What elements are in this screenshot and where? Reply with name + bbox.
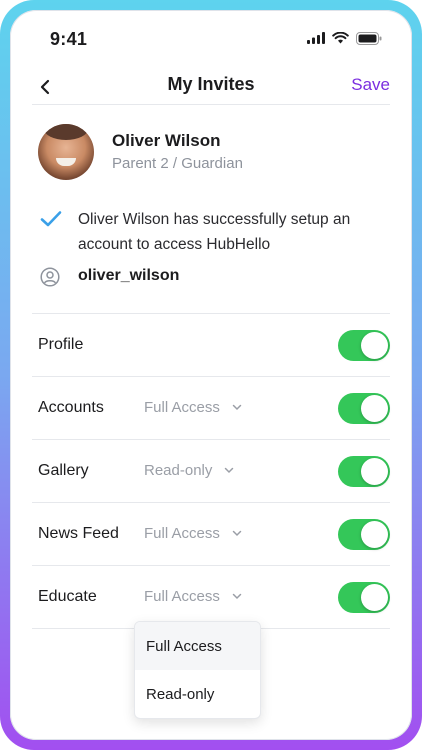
permission-row-gallery: Gallery Read-only — [32, 440, 390, 503]
status-bar: 9:41 — [10, 10, 412, 66]
user-circle-icon — [40, 267, 60, 287]
profile-name: Oliver Wilson — [112, 131, 221, 150]
permission-label: Profile — [38, 336, 84, 353]
chevron-down-icon — [225, 467, 234, 474]
permission-label: Educate — [38, 588, 97, 605]
success-message: Oliver Wilson has successfully setup an … — [78, 211, 351, 253]
permission-label: Accounts — [38, 399, 104, 416]
permission-label: News Feed — [38, 525, 119, 542]
access-value: Full Access — [144, 399, 220, 416]
checkmark-icon — [40, 211, 62, 227]
header-divider — [32, 104, 390, 105]
access-value: Full Access — [144, 588, 220, 605]
app-screen: 9:41 My Invites Save Oliver Wilson Paren… — [10, 10, 412, 740]
dropdown-option-read-only[interactable]: Read-only — [135, 670, 260, 718]
educate-toggle[interactable] — [338, 582, 390, 613]
chevron-down-icon — [232, 593, 242, 600]
chevron-down-icon — [232, 404, 242, 411]
profile-toggle[interactable] — [338, 330, 390, 361]
signal-icon — [307, 32, 325, 44]
access-value: Full Access — [144, 525, 220, 542]
save-button[interactable]: Save — [351, 75, 390, 95]
wifi-icon — [332, 32, 349, 44]
permission-row-news-feed: News Feed Full Access — [32, 503, 390, 566]
access-dropdown-menu: Full Access Read-only — [134, 621, 261, 719]
dropdown-option-full-access[interactable]: Full Access — [135, 622, 260, 670]
avatar — [38, 124, 94, 180]
permission-row-profile: Profile — [32, 314, 390, 377]
battery-icon — [356, 31, 382, 45]
accounts-toggle[interactable] — [338, 393, 390, 424]
news-feed-access-select[interactable]: Full Access — [144, 525, 242, 542]
educate-access-select[interactable]: Full Access — [144, 588, 242, 605]
gallery-toggle[interactable] — [338, 456, 390, 487]
news-feed-toggle[interactable] — [338, 519, 390, 550]
device-frame: 9:41 My Invites Save Oliver Wilson Paren… — [0, 0, 422, 750]
access-value: Read-only — [144, 462, 213, 479]
profile-role: Parent 2 / Guardian — [112, 155, 243, 172]
username: oliver_wilson — [78, 267, 180, 284]
status-time: 9:41 — [50, 29, 88, 49]
status-icons — [307, 31, 382, 45]
permission-row-educate: Educate Full Access — [32, 566, 390, 629]
accounts-access-select[interactable]: Full Access — [144, 399, 242, 416]
chevron-down-icon — [232, 530, 242, 537]
gallery-access-select[interactable]: Read-only — [144, 462, 234, 479]
nav-bar: My Invites Save — [10, 66, 412, 106]
permission-label: Gallery — [38, 462, 89, 479]
permission-row-accounts: Accounts Full Access — [32, 377, 390, 440]
